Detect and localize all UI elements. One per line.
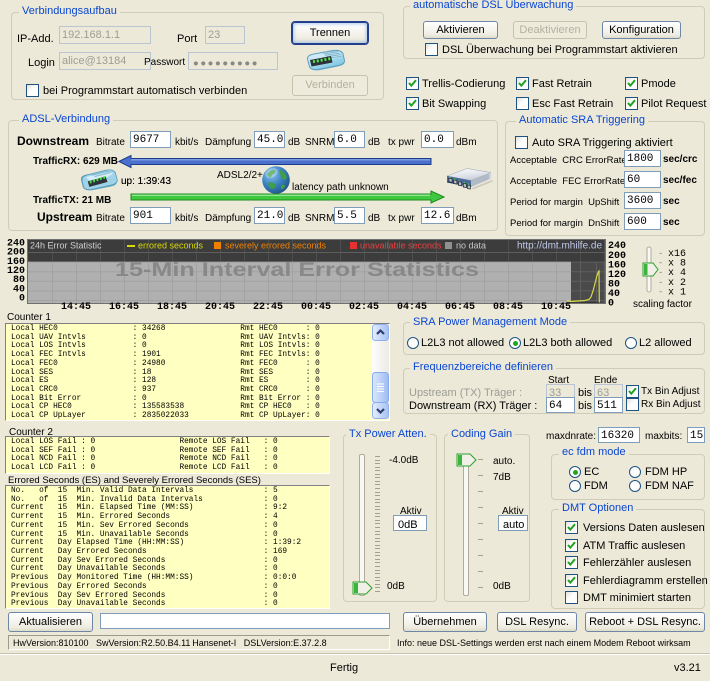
svg-text:00:45: 00:45 [301,302,331,313]
svg-text:unavailable seconds: unavailable seconds [360,241,442,251]
svg-text:-: - [658,249,663,259]
svg-text:20:45: 20:45 [205,302,235,313]
svg-text:24h Error Statistic: 24h Error Statistic [30,241,102,251]
svg-text:-: - [658,268,663,278]
svg-text:0: 0 [608,299,614,310]
svg-text:22:45: 22:45 [253,302,283,313]
svg-text:18:45: 18:45 [157,302,187,313]
svg-text:-: - [658,278,663,288]
svg-text:04:45: 04:45 [397,302,427,313]
svg-text:http://dmt.mhilfe.de: http://dmt.mhilfe.de [517,241,602,252]
svg-text:x 1: x 1 [668,287,686,298]
svg-text:scaling factor: scaling factor [633,299,693,310]
svg-text:-: - [658,287,663,297]
svg-text:14:45: 14:45 [61,302,91,313]
svg-text:06:45: 06:45 [445,302,475,313]
svg-text:16:45: 16:45 [109,302,139,313]
svg-text:15-Min Interval Error Statisti: 15-Min Interval Error Statistics [115,260,479,281]
svg-text:-: - [658,259,663,269]
svg-text:no data: no data [456,241,486,251]
svg-text:errored seconds: errored seconds [138,241,204,251]
svg-text:02:45: 02:45 [349,302,379,313]
svg-text:08:45: 08:45 [493,302,523,313]
svg-text:10:45: 10:45 [541,302,571,313]
svg-text:0: 0 [19,294,25,305]
svg-text:severely errored seconds: severely errored seconds [225,241,327,251]
